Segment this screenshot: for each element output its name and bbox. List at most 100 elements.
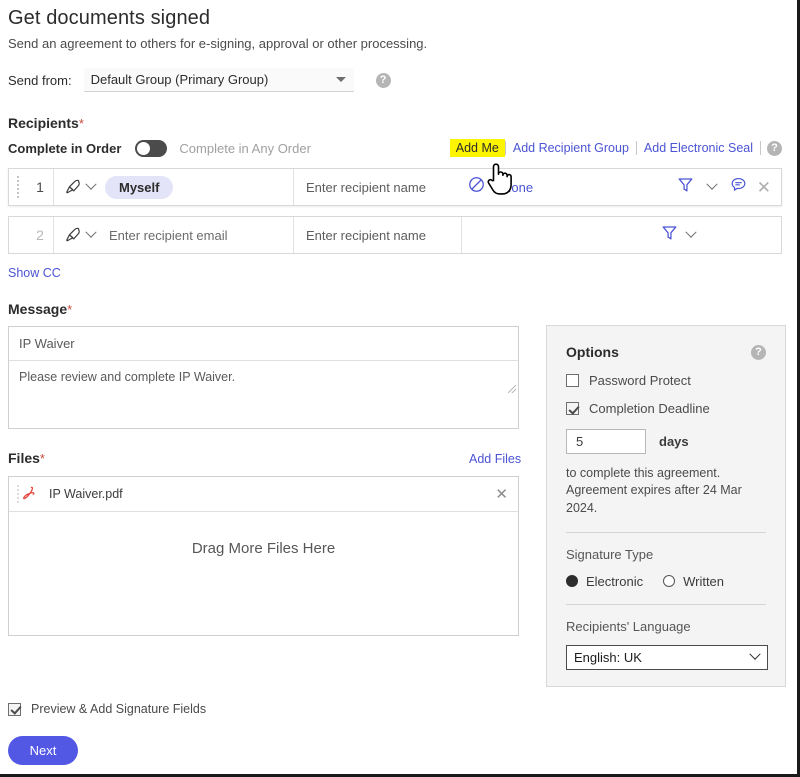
recipient-index: 2	[36, 227, 44, 243]
app-window: Get documents signed Send an agreement t…	[0, 0, 800, 777]
recipients-language-label: Recipients' Language	[566, 618, 691, 634]
files-box: IP Waiver.pdf ✕ Drag More Files Here	[8, 476, 519, 636]
page-subtitle: Send an agreement to others for e-signin…	[8, 36, 428, 51]
recipient-name-input[interactable]: Enter recipient name	[293, 169, 461, 205]
recipient-auth-value[interactable]: None	[502, 180, 533, 195]
next-button[interactable]: Next	[8, 736, 78, 765]
signature-type-written-label: Written	[683, 573, 725, 589]
password-protect-checkbox[interactable]	[566, 374, 579, 387]
pdf-icon	[19, 484, 39, 504]
file-drop-zone[interactable]: Drag More Files Here	[9, 512, 518, 636]
divider	[566, 603, 766, 605]
completion-deadline-label: Completion Deadline	[589, 401, 710, 416]
options-panel: Options ? Password Protect Completion De…	[546, 325, 786, 687]
options-header: Options ?	[566, 344, 766, 360]
complete-in-order-label: Complete in Order	[8, 140, 122, 156]
add-files-link[interactable]: Add Files	[469, 452, 521, 466]
drag-handle-icon[interactable]	[9, 217, 27, 253]
recipient-role-cell[interactable]: Myself	[53, 169, 293, 205]
chevron-down-icon	[335, 77, 346, 82]
add-electronic-seal-button[interactable]: Add Electronic Seal	[637, 140, 760, 156]
options-help-icon[interactable]: ?	[751, 344, 766, 360]
recipient-role-value[interactable]: Myself	[105, 175, 174, 199]
remove-file-icon[interactable]: ✕	[495, 487, 508, 502]
drop-zone-text: Drag More Files Here	[191, 540, 336, 557]
chevron-down-icon[interactable]	[488, 178, 500, 190]
recipient-name-input[interactable]: Enter recipient name	[293, 217, 461, 253]
files-heading: Files*	[8, 450, 45, 466]
recipient-row-icons: ✕	[676, 175, 781, 199]
message-box: IP Waiver Please review and complete IP …	[8, 326, 519, 429]
completion-deadline-row[interactable]: Completion Deadline	[566, 401, 766, 416]
deadline-days-unit: days	[659, 434, 689, 449]
recipient-row[interactable]: 1 Myself Enter recipient name None ✕	[8, 168, 782, 206]
recipients-language-select[interactable]: English: UK	[566, 644, 768, 670]
message-label: Message	[8, 301, 68, 317]
preview-signature-fields-label: Preview & Add Signature Fields	[31, 702, 207, 716]
no-entry-icon[interactable]	[467, 175, 486, 199]
chevron-down-icon	[749, 648, 761, 661]
password-protect-label: Password Protect	[589, 373, 691, 388]
recipients-heading: Recipients*	[8, 115, 84, 131]
chevron-down-icon[interactable]	[85, 226, 97, 238]
funnel-icon[interactable]	[676, 175, 695, 199]
signature-type-electronic-radio[interactable]	[566, 575, 578, 588]
recipient-email-input[interactable]: Enter recipient email	[109, 228, 228, 243]
preview-signature-fields-checkbox[interactable]	[8, 702, 21, 716]
deadline-note-line-1: to complete this agreement.	[566, 466, 721, 480]
required-marker: *	[39, 451, 45, 466]
recipients-help-icon[interactable]: ?	[767, 140, 782, 156]
resize-handle[interactable]	[508, 385, 516, 393]
divider	[760, 141, 761, 155]
message-subject-input[interactable]: IP Waiver	[9, 327, 518, 361]
page-title: Get documents signed	[8, 7, 211, 29]
remove-recipient-icon[interactable]: ✕	[757, 179, 771, 196]
deadline-days-row: 5 days	[566, 429, 766, 454]
chevron-down-icon[interactable]	[706, 178, 718, 190]
chevron-down-icon[interactable]	[685, 226, 697, 238]
file-list-item[interactable]: IP Waiver.pdf ✕	[9, 477, 518, 512]
required-marker: *	[78, 116, 84, 131]
preview-signature-fields-row[interactable]: Preview & Add Signature Fields	[8, 702, 206, 716]
signature-type-group: Electronic Written	[566, 574, 766, 589]
signature-type-electronic-label: Electronic	[586, 573, 644, 589]
message-body-text: Please review and complete IP Waiver.	[19, 370, 236, 384]
funnel-icon[interactable]	[660, 223, 679, 247]
recipient-role-cell[interactable]: Enter recipient email	[53, 217, 293, 253]
help-icon[interactable]: ?	[375, 72, 391, 88]
recipient-row[interactable]: 2 Enter recipient email Enter recipient …	[8, 216, 782, 254]
file-name: IP Waiver.pdf	[49, 487, 123, 501]
options-title: Options	[566, 344, 619, 360]
recipient-order-row: Complete in Order Complete in Any Order …	[8, 139, 782, 157]
pen-nib-icon[interactable]	[64, 226, 83, 245]
send-from-row: Send from: Default Group (Primary Group)…	[8, 68, 391, 92]
toggle-knob	[137, 141, 151, 155]
chevron-down-icon[interactable]	[85, 178, 97, 190]
add-recipient-group-button[interactable]: Add Recipient Group	[506, 140, 636, 156]
divider	[566, 531, 766, 533]
send-from-value: Default Group (Primary Group)	[90, 72, 269, 87]
password-protect-row[interactable]: Password Protect	[566, 373, 766, 388]
completion-deadline-checkbox[interactable]	[566, 402, 579, 415]
message-body-input[interactable]: Please review and complete IP Waiver.	[9, 361, 518, 462]
message-heading: Message*	[8, 301, 72, 317]
send-from-select[interactable]: Default Group (Primary Group)	[83, 68, 354, 92]
signature-type-written-radio[interactable]	[663, 575, 676, 588]
recipient-auth-cell: None ✕	[461, 169, 781, 205]
recipient-index: 1	[36, 179, 44, 195]
recipient-actions: Add Me Add Recipient Group Add Electroni…	[449, 139, 782, 157]
drag-handle-icon[interactable]	[9, 169, 27, 205]
add-me-button[interactable]: Add Me	[449, 139, 505, 157]
deadline-days-input[interactable]: 5	[566, 429, 646, 454]
speech-bubble-icon[interactable]	[729, 175, 748, 199]
pen-nib-icon[interactable]	[64, 178, 83, 197]
complete-any-order-label: Complete in Any Order	[179, 140, 311, 156]
send-from-label: Send from:	[8, 72, 72, 88]
deadline-note-line-2: Agreement expires after 24 Mar 2024.	[566, 483, 742, 515]
send-agreement-form: Get documents signed Send an agreement t…	[0, 0, 790, 770]
show-cc-link[interactable]: Show CC	[8, 266, 61, 280]
complete-order-toggle[interactable]	[135, 139, 168, 157]
recipients-label: Recipients	[8, 115, 79, 131]
deadline-note: to complete this agreement. Agreement ex…	[566, 465, 766, 517]
recipient-row-icons	[461, 217, 781, 253]
